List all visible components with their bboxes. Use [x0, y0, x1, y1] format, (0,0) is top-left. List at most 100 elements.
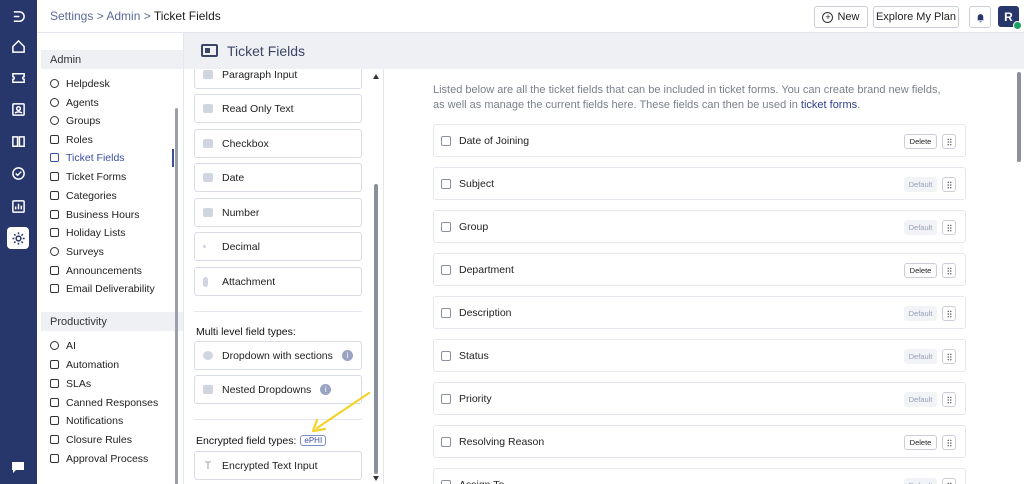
paragraph-icon — [203, 70, 213, 79]
field-type-icon — [441, 179, 451, 189]
avatar[interactable]: R — [998, 6, 1022, 30]
contact-icon[interactable] — [7, 98, 29, 120]
info-icon[interactable]: i — [341, 350, 353, 361]
ticket-fields-content: Listed below are all the ticket fields t… — [385, 69, 1024, 484]
ticket-fields-icon — [201, 44, 218, 57]
chat-icon[interactable] — [6, 455, 30, 479]
content-scrollbar[interactable] — [1017, 72, 1021, 162]
drag-handle-icon[interactable] — [942, 392, 956, 407]
sidebar-item-closure-rules[interactable]: Closure Rules — [50, 432, 132, 447]
field-row[interactable]: Resolving Reason Delete — [433, 425, 966, 458]
sidebar-item-notifications[interactable]: Notifications — [50, 413, 123, 428]
default-badge: Default — [904, 220, 937, 235]
field-type-paragraph-input[interactable]: Paragraph Input — [194, 69, 362, 89]
field-name: Description — [459, 307, 512, 319]
drag-handle-icon[interactable] — [942, 177, 956, 192]
book-icon[interactable] — [7, 130, 29, 152]
top-header: Settings > Admin > Ticket Fields + New E… — [37, 0, 1024, 33]
bell-icon — [976, 13, 984, 22]
sla-icon — [50, 379, 59, 388]
sidebar-item-ticket-forms[interactable]: Ticket Forms — [50, 169, 126, 184]
sidebar-item-agents[interactable]: Agents — [50, 95, 99, 110]
delete-button[interactable]: Delete — [904, 263, 937, 278]
delete-button[interactable]: Delete — [904, 435, 937, 450]
ticket-icon[interactable] — [7, 66, 29, 88]
delete-button[interactable]: Delete — [904, 134, 937, 149]
sidebar-item-business-hours[interactable]: Business Hours — [50, 207, 140, 222]
field-row[interactable]: Subject Default — [433, 167, 966, 200]
field-type-date[interactable]: Date — [194, 163, 362, 192]
ticket-forms-link[interactable]: ticket forms — [801, 99, 857, 111]
drag-handle-icon[interactable] — [942, 306, 956, 321]
field-type-icon — [441, 265, 451, 275]
field-type-decimal[interactable]: Decimal — [194, 232, 362, 261]
sidebar-item-categories[interactable]: Categories — [50, 188, 117, 203]
globe-icon — [50, 79, 59, 88]
field-type-encrypted-text-input[interactable]: T Encrypted Text Input — [194, 451, 362, 480]
new-button[interactable]: + New — [814, 6, 868, 28]
sidebar-item-groups[interactable]: Groups — [50, 113, 100, 128]
field-type-dropdown-with-sections[interactable]: Dropdown with sections i — [194, 341, 362, 370]
field-type-icon — [441, 351, 451, 361]
field-row[interactable]: Assign To Default — [433, 468, 966, 484]
drag-handle-icon[interactable] — [942, 263, 956, 278]
report-icon[interactable] — [7, 195, 29, 217]
active-indicator — [172, 149, 174, 167]
field-row[interactable]: Department Delete — [433, 253, 966, 286]
breadcrumb-admin[interactable]: Admin — [106, 9, 140, 23]
home-icon[interactable] — [7, 35, 29, 57]
sidebar-item-roles[interactable]: Roles — [50, 132, 93, 147]
check-icon[interactable] — [7, 162, 29, 184]
drag-handle-icon[interactable] — [942, 478, 956, 484]
email-icon — [50, 284, 59, 293]
drag-handle-icon[interactable] — [942, 349, 956, 364]
nested-dropdown-icon — [203, 385, 213, 394]
sidebar-scrollbar[interactable] — [175, 108, 178, 484]
scroll-down-icon[interactable] — [373, 476, 379, 481]
calendar-icon — [50, 228, 59, 237]
dropdown-icon — [203, 351, 213, 360]
field-row[interactable]: Description Default — [433, 296, 966, 329]
scroll-up-icon[interactable] — [373, 74, 379, 79]
groups-icon — [50, 116, 59, 125]
field-type-read-only-text[interactable]: Read Only Text — [194, 94, 362, 123]
sidebar-item-surveys[interactable]: Surveys — [50, 244, 104, 259]
logo-icon[interactable] — [7, 5, 29, 27]
explore-plan-button[interactable]: Explore My Plan — [873, 6, 959, 28]
drag-handle-icon[interactable] — [942, 220, 956, 235]
field-type-checkbox[interactable]: Checkbox — [194, 129, 362, 158]
field-row[interactable]: Status Default — [433, 339, 966, 372]
field-type-icon — [441, 480, 451, 484]
roles-icon — [50, 135, 59, 144]
field-row[interactable]: Date of Joining Delete — [433, 124, 966, 157]
settings-icon[interactable] — [7, 227, 29, 249]
drag-dots-icon — [946, 395, 952, 404]
field-name: Subject — [459, 178, 495, 190]
sidebar-item-email-deliverability[interactable]: Email Deliverability — [50, 281, 155, 296]
number-icon — [203, 208, 213, 217]
sidebar-item-announcements[interactable]: Announcements — [50, 263, 142, 278]
approval-icon — [50, 454, 59, 463]
sidebar-item-holiday-lists[interactable]: Holiday Lists — [50, 225, 126, 240]
breadcrumb-current: Ticket Fields — [153, 9, 221, 23]
notifications-button[interactable] — [969, 6, 991, 28]
sidebar-item-ai[interactable]: AI — [50, 338, 76, 353]
sidebar-item-approval-process[interactable]: Approval Process — [50, 451, 148, 466]
drag-dots-icon — [946, 223, 952, 232]
sidebar-item-canned-responses[interactable]: Canned Responses — [50, 395, 158, 410]
field-row[interactable]: Priority Default — [433, 382, 966, 415]
sidebar-item-automation[interactable]: Automation — [50, 357, 119, 372]
field-type-attachment[interactable]: Attachment — [194, 267, 362, 296]
sidebar-item-ticket-fields[interactable]: Ticket Fields — [50, 150, 125, 165]
field-row[interactable]: Group Default — [433, 210, 966, 243]
checkbox-icon — [203, 139, 213, 148]
drag-handle-icon[interactable] — [942, 435, 956, 450]
field-type-number[interactable]: Number — [194, 198, 362, 227]
sidebar-item-slas[interactable]: SLAs — [50, 376, 91, 391]
hourglass-icon — [50, 210, 59, 219]
breadcrumb-settings[interactable]: Settings — [50, 9, 93, 23]
closure-icon — [50, 435, 59, 444]
sidebar-item-helpdesk[interactable]: Helpdesk — [50, 76, 110, 91]
drag-handle-icon[interactable] — [942, 134, 956, 149]
drag-dots-icon — [946, 137, 952, 146]
